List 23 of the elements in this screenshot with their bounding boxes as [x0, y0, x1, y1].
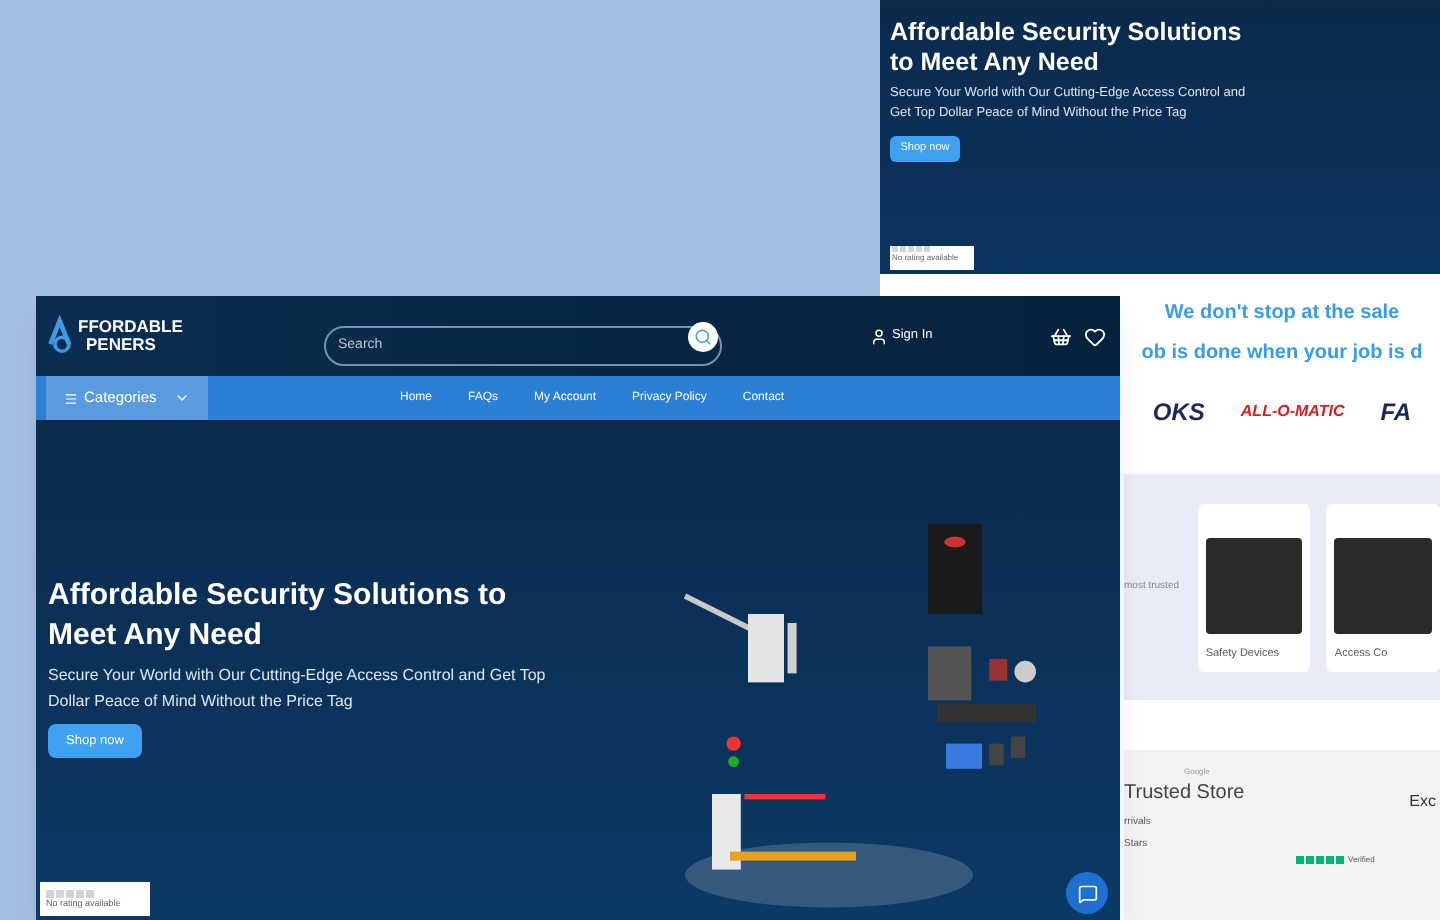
search-icon[interactable] [688, 321, 718, 351]
hero-title: Affordable Security Solutions to Meet Any Need [890, 18, 1244, 78]
menu-icon [64, 391, 78, 405]
logo-text: FFORDABLE [78, 318, 183, 336]
product-photo [1334, 538, 1433, 635]
tagline-heading: ob is done when your job is d [1141, 340, 1423, 368]
hero-subtitle: Secure Your World with Our Cutting-Edge Access Control and Get Top Dollar Peace of Mind Without the Price Tag [48, 664, 548, 714]
user-icon [870, 327, 888, 345]
rating-heading: Exc [1409, 790, 1436, 814]
brand-logo: FA [1380, 396, 1412, 430]
brand-logo: OKS [1152, 396, 1205, 430]
tagline-heading: We don't stop at the sale [1164, 300, 1400, 328]
hero-title: Affordable Security Solutions to Meet Any Need [48, 576, 509, 656]
chat-icon [1077, 883, 1097, 903]
site-logo[interactable]: FFORDABLE PENERS [48, 310, 308, 362]
heart-icon[interactable] [1084, 325, 1106, 347]
product-photo [1205, 538, 1303, 635]
chat-button[interactable] [1066, 872, 1108, 914]
logo-text: PENERS [86, 336, 158, 354]
brand-logo: ALL-O-MATIC [1240, 400, 1345, 424]
trusted-store-title: Trusted Store [1124, 780, 1247, 808]
chevron-down-icon [174, 390, 190, 406]
basket-icon[interactable] [1050, 325, 1072, 347]
